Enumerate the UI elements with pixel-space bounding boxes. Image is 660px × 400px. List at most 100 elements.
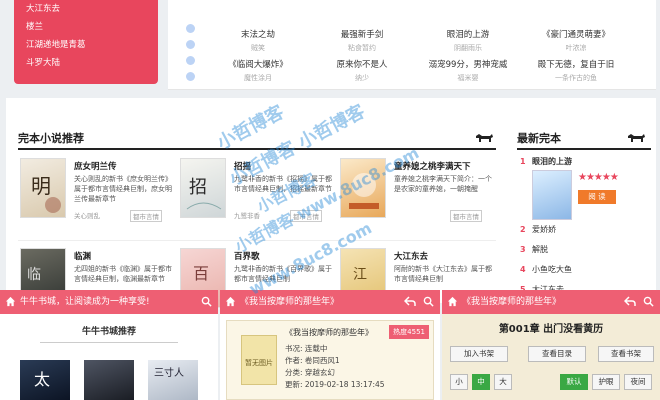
mobile-header: 《我当按摩师的那些年》 xyxy=(220,290,440,314)
update-title[interactable]: 末法之劫 xyxy=(206,28,310,40)
font-medium-button[interactable]: 中 xyxy=(472,374,490,390)
mobile-header-title: 牛牛书城，让阅读成为一种享受! xyxy=(20,297,150,307)
rating-stars: ★★★★★ xyxy=(578,172,619,183)
mobile-header: 《我当按摩师的那些年》 xyxy=(442,290,660,314)
rank-dot xyxy=(186,24,195,33)
book-author: 九鹭非香 xyxy=(234,212,260,220)
update-item[interactable]: 溺宠99分，男神宠威 福米婴 xyxy=(416,58,520,83)
update-item[interactable]: 殿下无德，复自于旧一条作古的鱼 xyxy=(524,58,628,83)
update-title[interactable]: 溺宠99分，男神宠威 xyxy=(416,58,520,70)
ox-icon xyxy=(476,134,493,142)
book-category: 分类: 穿越玄幻 xyxy=(285,368,335,377)
update-author: 贼笑 xyxy=(251,44,265,52)
update-title[interactable]: 眼泪的上游 xyxy=(416,28,520,40)
book-card[interactable]: 招 招摇 九鹭非香的新书《招摇》属于都市言情经典巨制，招摇最新章节 九鹭非香 都… xyxy=(180,158,338,234)
update-title[interactable]: 《临阅大爆炸》 xyxy=(206,58,310,70)
category-menu-item[interactable]: 斗罗大陆 xyxy=(26,54,158,72)
latest-cover[interactable] xyxy=(532,170,572,220)
book-updated: 更新: 2019-02-18 13:17:45 xyxy=(285,380,385,389)
book-desc: 关心则乱的新书《庶女明兰传》属于都市言情经典巨制，庶女明兰传最新章节 xyxy=(74,175,172,203)
latest-title[interactable]: 解脱 xyxy=(532,245,548,254)
back-icon[interactable] xyxy=(624,296,636,307)
recommend-cover[interactable] xyxy=(84,360,134,400)
toc-button[interactable]: 查看目录 xyxy=(528,346,586,362)
book-title[interactable]: 庶女明兰传 xyxy=(74,160,117,172)
update-title[interactable]: 原来你不是人 xyxy=(310,58,414,70)
book-title[interactable]: 招摇 xyxy=(234,160,251,172)
update-item[interactable]: 最强新手剑 粘食暂约 xyxy=(310,28,414,53)
book-title[interactable]: 童养媳之桃李满天下 xyxy=(394,160,471,172)
theme-night-button[interactable]: 夜间 xyxy=(624,374,652,390)
update-title[interactable]: 殿下无德，复自于旧 xyxy=(524,58,628,70)
latest-item[interactable]: 4 小鱼吃大鱼 xyxy=(520,264,650,284)
book-category[interactable]: 都市言情 xyxy=(290,210,322,222)
svg-text:招: 招 xyxy=(189,177,207,198)
book-title[interactable]: 百界歌 xyxy=(234,250,260,262)
theme-eye-button[interactable]: 护眼 xyxy=(592,374,620,390)
book-title[interactable]: 临渊 xyxy=(74,250,91,262)
font-small-button[interactable]: 小 xyxy=(450,374,468,390)
latest-rank: 4 xyxy=(520,265,526,274)
chapter-title: 第001章 出门没看黄历 xyxy=(498,324,604,335)
book-author: 关心则乱 xyxy=(74,212,100,220)
update-author: 阴翻雨乐 xyxy=(454,44,482,52)
rank-dot xyxy=(186,40,195,49)
rank-dot xyxy=(186,72,195,81)
latest-rank: 2 xyxy=(520,225,526,234)
latest-title[interactable]: 小鱼吃大鱼 xyxy=(532,265,572,274)
latest-title[interactable]: 眼泪的上游 xyxy=(532,157,572,166)
book-cover[interactable]: 明 xyxy=(20,158,66,218)
mobile-header-title: 《我当按摩师的那些年》 xyxy=(240,297,340,307)
svg-text:百: 百 xyxy=(193,264,209,283)
mobile-home-panel: 牛牛书城，让阅读成为一种享受! 牛牛书城推荐 太 三寸人 xyxy=(0,290,218,400)
back-icon[interactable] xyxy=(404,296,416,307)
book-category[interactable]: 都市言情 xyxy=(130,210,162,222)
theme-default-button[interactable]: 默认 xyxy=(560,374,588,390)
rank-dots xyxy=(186,24,198,88)
book-title[interactable]: 大江东去 xyxy=(394,250,428,262)
latest-item[interactable]: 2 爱娇娇 xyxy=(520,224,650,244)
home-icon[interactable] xyxy=(447,296,458,307)
home-icon[interactable] xyxy=(5,296,16,307)
read-button[interactable]: 阅 读 xyxy=(578,190,616,204)
font-large-button[interactable]: 大 xyxy=(494,374,512,390)
update-author: 粘食暂约 xyxy=(348,44,376,52)
home-icon[interactable] xyxy=(225,296,236,307)
finished-heading-rule xyxy=(18,148,496,150)
update-item[interactable]: 《豪门通灵萌妻》 叶浓凉 xyxy=(524,28,628,53)
add-shelf-button[interactable]: 加入书架 xyxy=(450,346,508,362)
category-menu-item[interactable]: 大江东去 xyxy=(26,0,158,18)
book-card[interactable]: 明 庶女明兰传 关心则乱的新书《庶女明兰传》属于都市言情经典巨制，庶女明兰传最新… xyxy=(20,158,178,234)
search-icon[interactable] xyxy=(423,296,434,307)
latest-item[interactable]: 3 解脱 xyxy=(520,244,650,264)
update-item[interactable]: 《临阅大爆炸》 魔性涂月 xyxy=(206,58,310,83)
update-author: 一条作古的鱼 xyxy=(555,74,597,82)
book-cover[interactable]: 招 xyxy=(180,158,226,218)
view-shelf-button[interactable]: 查看书架 xyxy=(598,346,654,362)
latest-title[interactable]: 爱娇娇 xyxy=(532,225,556,234)
book-category[interactable]: 都市言情 xyxy=(450,210,482,222)
recommend-title: 牛牛书城推荐 xyxy=(81,327,136,337)
search-icon[interactable] xyxy=(201,296,212,307)
mobile-reader-panel: 《我当按摩师的那些年》 第001章 出门没看黄历 加入书架 查看目录 查看书架 … xyxy=(442,290,660,400)
main-content: 完本小说推荐 最新完本 明 庶女明兰传 关心则乱的新书《庶女明兰传》属于都市言情… xyxy=(6,98,656,308)
book-cover[interactable] xyxy=(340,158,386,218)
latest-rank: 1 xyxy=(520,157,526,166)
update-title[interactable]: 《豪门通灵萌妻》 xyxy=(524,28,628,40)
rank-dot xyxy=(186,56,195,65)
update-item[interactable]: 原来你不是人 纳少 xyxy=(310,58,414,83)
latest-rank: 3 xyxy=(520,245,526,254)
category-menu-item[interactable]: 江湖递地是青葛 xyxy=(26,36,158,54)
search-icon[interactable] xyxy=(643,296,654,307)
ox-icon xyxy=(628,134,645,142)
category-menu: 大江东去 楼兰 江湖递地是青葛 斗罗大陆 xyxy=(14,0,158,84)
recommend-cover[interactable]: 三寸人 xyxy=(148,360,198,400)
no-image-cover: 暂无图片 xyxy=(241,335,277,385)
book-card[interactable]: 童养媳之桃李满天下 童养媳之桃李满天下简介：一个是农家的童养媳，一朝掩醒 都市言… xyxy=(340,158,498,234)
update-item[interactable]: 眼泪的上游 阴翻雨乐 xyxy=(416,28,520,53)
update-item[interactable]: 末法之劫 贼笑 xyxy=(206,28,310,53)
update-title[interactable]: 最强新手剑 xyxy=(310,28,414,40)
recommend-cover[interactable]: 太 xyxy=(20,360,70,400)
svg-text:江: 江 xyxy=(353,267,367,283)
category-menu-item[interactable]: 楼兰 xyxy=(26,18,158,36)
